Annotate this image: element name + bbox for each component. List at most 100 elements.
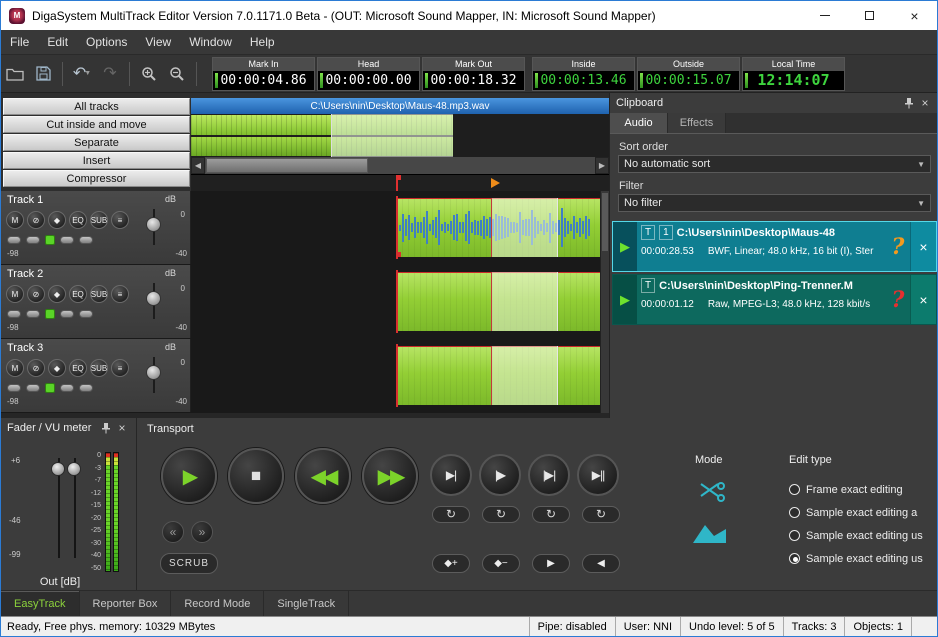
entry-remove-button[interactable]: × (910, 222, 936, 271)
eq-button[interactable]: EQ (69, 285, 87, 303)
prev-button[interactable]: « (162, 521, 184, 543)
scrub-button[interactable]: SCRUB (160, 553, 218, 574)
fader-knob-left[interactable] (51, 462, 65, 476)
tab-reporter-box[interactable]: Reporter Box (80, 591, 172, 616)
track-menu-button[interactable]: ≡ (111, 211, 129, 229)
entry-remove-button[interactable]: × (910, 275, 936, 324)
pin-button[interactable] (98, 420, 114, 436)
entry-play-button[interactable]: ▶ (613, 222, 637, 271)
app-icon[interactable]: M (9, 8, 25, 24)
sub-button[interactable]: SUB (90, 285, 108, 303)
sort-order-dropdown[interactable]: No automatic sort ▼ (618, 155, 931, 173)
minimize-button[interactable] (802, 1, 847, 30)
maximize-button[interactable] (847, 1, 892, 30)
next-button[interactable]: » (191, 521, 213, 543)
panel-close-button[interactable]: × (917, 95, 933, 111)
separate-button[interactable]: Separate (3, 134, 190, 151)
play-from-mark-button[interactable]: |▶ (479, 454, 521, 496)
cut-inside-and-move-button[interactable]: Cut inside and move (3, 116, 190, 133)
play-cursor-marker[interactable] (491, 178, 500, 188)
play-selection-button[interactable]: |▶| (528, 454, 570, 496)
cross-mute-button[interactable]: ⊘ (27, 359, 45, 377)
menu-view[interactable]: View (136, 30, 180, 54)
entry-play-button[interactable]: ▶ (613, 275, 637, 324)
cross-mute-button[interactable]: ⊘ (27, 285, 45, 303)
fader-knob[interactable] (146, 217, 161, 232)
menu-help[interactable]: Help (241, 30, 284, 54)
scrollbar-thumb[interactable] (206, 158, 368, 173)
cross-mute-button[interactable]: ⊘ (27, 211, 45, 229)
all-tracks-button[interactable]: All tracks (3, 98, 190, 115)
mute-button[interactable]: M (6, 211, 24, 229)
pan-button[interactable]: ◆ (48, 285, 66, 303)
scroll-right-arrow[interactable]: ▶ (595, 157, 609, 174)
panel-close-button[interactable]: × (114, 420, 130, 436)
add-marker-button[interactable]: ◆+ (432, 554, 470, 573)
eq-button[interactable]: EQ (69, 359, 87, 377)
eq-button[interactable]: EQ (69, 211, 87, 229)
track-wave-area[interactable] (191, 191, 609, 264)
clipboard-entry[interactable]: ▶ T 1 C:\Users\nin\Desktop\Maus-48 00:00… (612, 221, 937, 272)
zoom-out-button[interactable] (164, 61, 190, 87)
stop-button[interactable]: ■ (228, 448, 284, 504)
filter-dropdown[interactable]: No filter ▼ (618, 194, 931, 212)
compressor-button[interactable]: Compressor (3, 170, 190, 187)
timeline-ruler[interactable] (191, 174, 609, 191)
loop-button[interactable]: ↻ (532, 506, 570, 523)
loop-button[interactable]: ↻ (482, 506, 520, 523)
fader-knob[interactable] (146, 291, 161, 306)
track-menu-button[interactable]: ≡ (111, 359, 129, 377)
tab-audio[interactable]: Audio (610, 113, 668, 133)
play-button[interactable]: ▶ (161, 448, 217, 504)
clipboard-entry[interactable]: ▶ T C:\Users\nin\Desktop\Ping-Trenner.M … (612, 274, 937, 325)
edit-type-option[interactable]: Sample exact editing us (789, 524, 923, 547)
pin-button[interactable] (901, 95, 917, 111)
edit-type-option[interactable]: Sample exact editing us (789, 547, 923, 570)
edit-type-option[interactable]: Frame exact editing (789, 478, 923, 501)
overview-waveform[interactable] (191, 114, 609, 157)
remove-marker-button[interactable]: ◆− (482, 554, 520, 573)
menu-edit[interactable]: Edit (38, 30, 77, 54)
redo-button[interactable]: ↷ (97, 61, 123, 87)
loop-button[interactable]: ↻ (582, 506, 620, 523)
rewind-button[interactable]: ◀◀ (295, 448, 351, 504)
tab-record-mode[interactable]: Record Mode (171, 591, 264, 616)
menu-file[interactable]: File (1, 30, 38, 54)
envelope-mode-button[interactable] (691, 520, 729, 546)
overview-scrollbar[interactable]: ◀ ▶ (191, 157, 609, 174)
insert-button[interactable]: Insert (3, 152, 190, 169)
tab-effects[interactable]: Effects (668, 113, 726, 133)
track-vertical-scrollbar[interactable] (600, 191, 609, 413)
fader-knob-right[interactable] (67, 462, 81, 476)
save-button[interactable] (30, 61, 56, 87)
mute-button[interactable]: M (6, 285, 24, 303)
menu-window[interactable]: Window (180, 30, 241, 54)
tab-singletrack[interactable]: SingleTrack (264, 591, 349, 616)
zoom-in-button[interactable] (136, 61, 162, 87)
track-menu-button[interactable]: ≡ (111, 285, 129, 303)
mute-button[interactable]: M (6, 359, 24, 377)
project-file-title[interactable]: C:\Users\nin\Desktop\Maus-48.mp3.wav (191, 98, 609, 114)
overview-view-window[interactable] (331, 114, 453, 157)
fast-forward-button[interactable]: ▶▶ (362, 448, 418, 504)
pan-button[interactable]: ◆ (48, 211, 66, 229)
sub-button[interactable]: SUB (90, 359, 108, 377)
menu-options[interactable]: Options (77, 30, 136, 54)
edit-type-option[interactable]: Sample exact editing a (789, 501, 923, 524)
fader-knob[interactable] (146, 365, 161, 380)
sub-button[interactable]: SUB (90, 211, 108, 229)
close-button[interactable]: × (892, 1, 937, 30)
play-pause-button[interactable]: ▶|| (577, 454, 619, 496)
clip-handle[interactable] (396, 252, 401, 257)
prev-marker-button[interactable]: ◀ (582, 554, 620, 573)
play-to-mark-button[interactable]: ▶| (430, 454, 472, 496)
scroll-left-arrow[interactable]: ◀ (191, 157, 205, 174)
open-button[interactable] (2, 61, 28, 87)
track-wave-area[interactable] (191, 339, 609, 412)
loop-button[interactable]: ↻ (432, 506, 470, 523)
track-wave-area[interactable] (191, 265, 609, 338)
cut-mode-button[interactable] (697, 480, 727, 504)
mark-in-marker[interactable] (396, 175, 398, 191)
next-marker-button[interactable]: ▶ (532, 554, 570, 573)
tab-easytrack[interactable]: EasyTrack (1, 591, 80, 616)
